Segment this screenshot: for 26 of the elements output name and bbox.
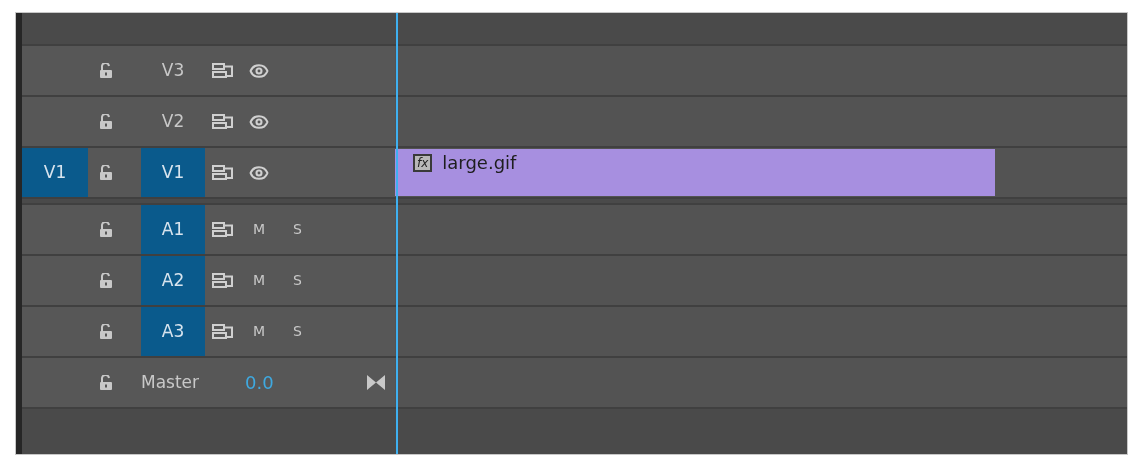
padlock-icon[interactable]: [100, 375, 112, 390]
fx-badge[interactable]: fx: [413, 154, 433, 172]
mute-button[interactable]: M: [253, 219, 266, 240]
solo-button[interactable]: S: [293, 321, 302, 342]
volume-value[interactable]: 0.0: [245, 369, 274, 396]
padlock-icon[interactable]: [100, 165, 112, 180]
track-target[interactable]: A1: [141, 205, 205, 254]
padlock-icon[interactable]: [100, 273, 112, 288]
bowtie-icon[interactable]: [367, 375, 385, 390]
mute-button[interactable]: M: [253, 321, 266, 342]
source-patch[interactable]: V1: [22, 148, 88, 197]
clip-name: large.gif: [442, 154, 517, 172]
solo-button[interactable]: S: [293, 270, 302, 291]
padlock-icon[interactable]: [100, 114, 112, 129]
mute-button[interactable]: M: [253, 270, 266, 291]
padlock-icon[interactable]: [100, 222, 112, 237]
padlock-icon[interactable]: [100, 63, 112, 78]
track-target[interactable]: A2: [141, 256, 205, 305]
track-target[interactable]: V1: [141, 148, 205, 197]
padlock-icon[interactable]: [100, 324, 112, 339]
track-target[interactable]: V3: [141, 46, 205, 95]
track-name: Master: [141, 370, 200, 394]
clip[interactable]: fx large.gif: [395, 149, 995, 196]
track-target[interactable]: V2: [141, 97, 205, 146]
track-target[interactable]: A3: [141, 307, 205, 356]
solo-button[interactable]: S: [293, 219, 302, 240]
